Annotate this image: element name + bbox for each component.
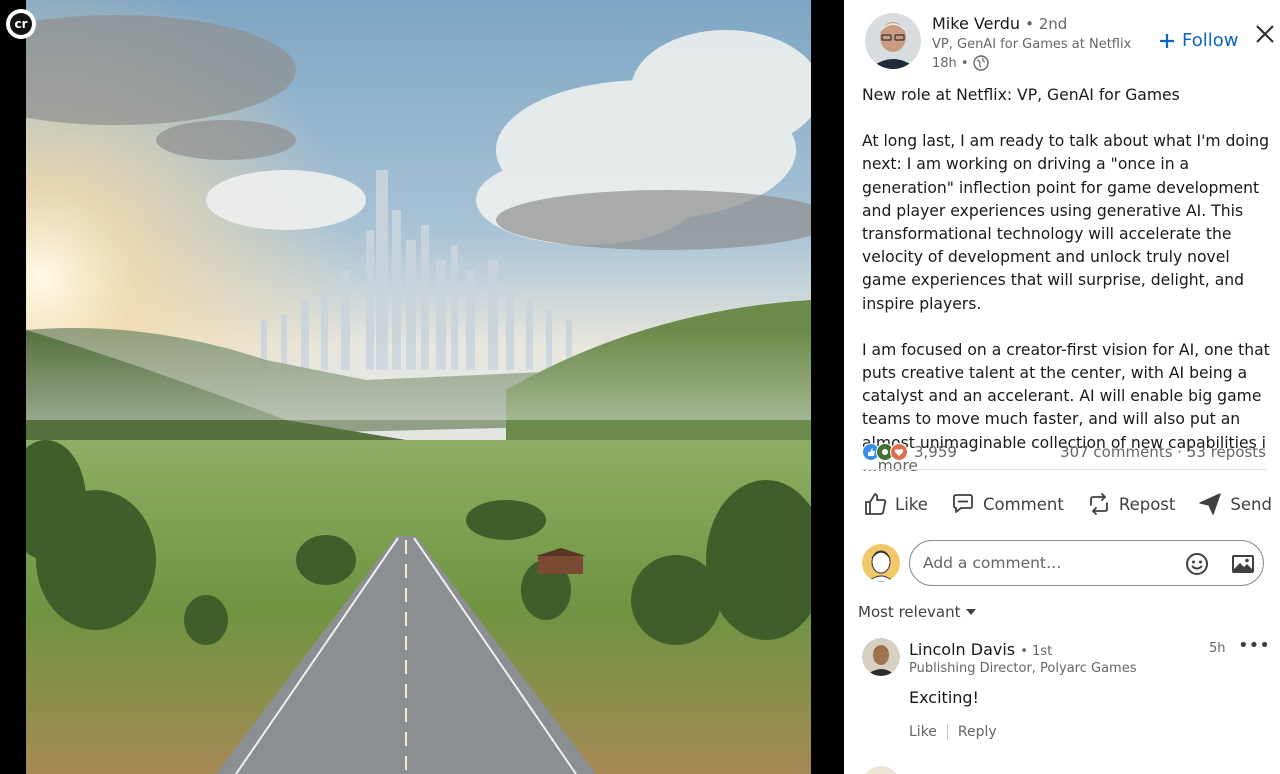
author-headline: VP, GenAI for Games at Netflix [932,37,1132,52]
like-button[interactable]: Like [862,491,928,517]
cr-logo-text: cr [10,13,32,35]
sort-label[interactable]: Most relevant [858,603,961,621]
thumbs-up-icon [865,493,887,515]
next-commenter-avatar[interactable] [862,766,900,774]
counts-separator: · [1177,443,1183,461]
connection-degree: • 2nd [1025,15,1068,33]
close-icon[interactable] [1253,22,1277,46]
post-actions: Like Comment Repost Send [862,486,1272,522]
comment-input[interactable] [921,553,1165,573]
comment-sort-dropdown[interactable]: Most relevant [858,603,977,621]
comment-like-button[interactable]: Like [909,724,937,740]
reaction-summary[interactable]: 3,959 [862,443,957,461]
emoji-icon[interactable] [1184,551,1210,577]
comment-time: 5h [1209,641,1226,656]
author-avatar[interactable] [865,13,921,69]
post-image [26,0,811,774]
image-icon[interactable] [1230,551,1256,577]
author-name-text[interactable]: Mike Verdu [932,14,1020,33]
follow-label[interactable]: Follow [1182,30,1238,51]
comment-button[interactable]: Comment [950,491,1064,517]
caret-down-icon [965,609,976,615]
plus-icon [1160,33,1174,48]
follow-button[interactable]: Follow [1158,30,1238,51]
commenter-degree: • 1st [1020,644,1053,659]
commenter-headline: Publishing Director, Polyarc Games [909,661,1137,676]
repost-label[interactable]: Repost [1119,495,1176,514]
comment-options-button[interactable]: ••• [1238,637,1270,655]
comment-icon [953,494,973,513]
post-meta: 18h • [932,55,989,71]
author-name[interactable]: Mike Verdu • 2nd [932,14,1067,33]
current-user-avatar [862,544,900,582]
comment-actions-divider [946,724,948,740]
post-text: New role at Netflix: VP, GenAI for Games… [862,84,1272,501]
comment-body: Exciting! [909,688,979,707]
send-button[interactable]: Send [1197,491,1272,517]
social-counts: 3,959 307 comments · 53 reposts [862,440,1266,464]
comments-count[interactable]: 307 comments [1060,443,1172,461]
reaction-count[interactable]: 3,959 [914,443,957,461]
post-time: 18h • [932,55,969,71]
repost-button[interactable]: Repost [1086,491,1176,517]
like-label[interactable]: Like [895,495,928,514]
send-label[interactable]: Send [1230,495,1272,514]
globe-icon [972,55,989,71]
send-icon [1199,493,1222,515]
comment-box[interactable] [909,540,1264,586]
image-viewer: cr [0,0,844,774]
post-detail-panel: Mike Verdu • 2nd VP, GenAI for Games at … [844,0,1280,774]
commenter-avatar[interactable] [862,638,900,676]
commenter-name-text[interactable]: Lincoln Davis [909,640,1015,659]
comment-label[interactable]: Comment [983,495,1064,514]
commenter-name[interactable]: Lincoln Davis • 1st [909,640,1052,659]
post-paragraph-2: At long last, I am ready to talk about w… [862,132,1270,313]
divider [862,469,1266,470]
post-paragraph-1: New role at Netflix: VP, GenAI for Games [862,86,1180,104]
reposts-count[interactable]: 53 reposts [1187,443,1266,461]
repost-icon [1089,493,1108,515]
love-reaction-icon [890,443,908,461]
comment-reply-button[interactable]: Reply [958,724,997,740]
comment-repost-counts: 307 comments · 53 reposts [1060,443,1266,461]
cr-logo-badge: cr [6,9,36,39]
comment-actions: Like Reply [909,724,997,740]
post-paragraph-3-text: I am focused on a creator-first vision f… [862,340,1270,452]
